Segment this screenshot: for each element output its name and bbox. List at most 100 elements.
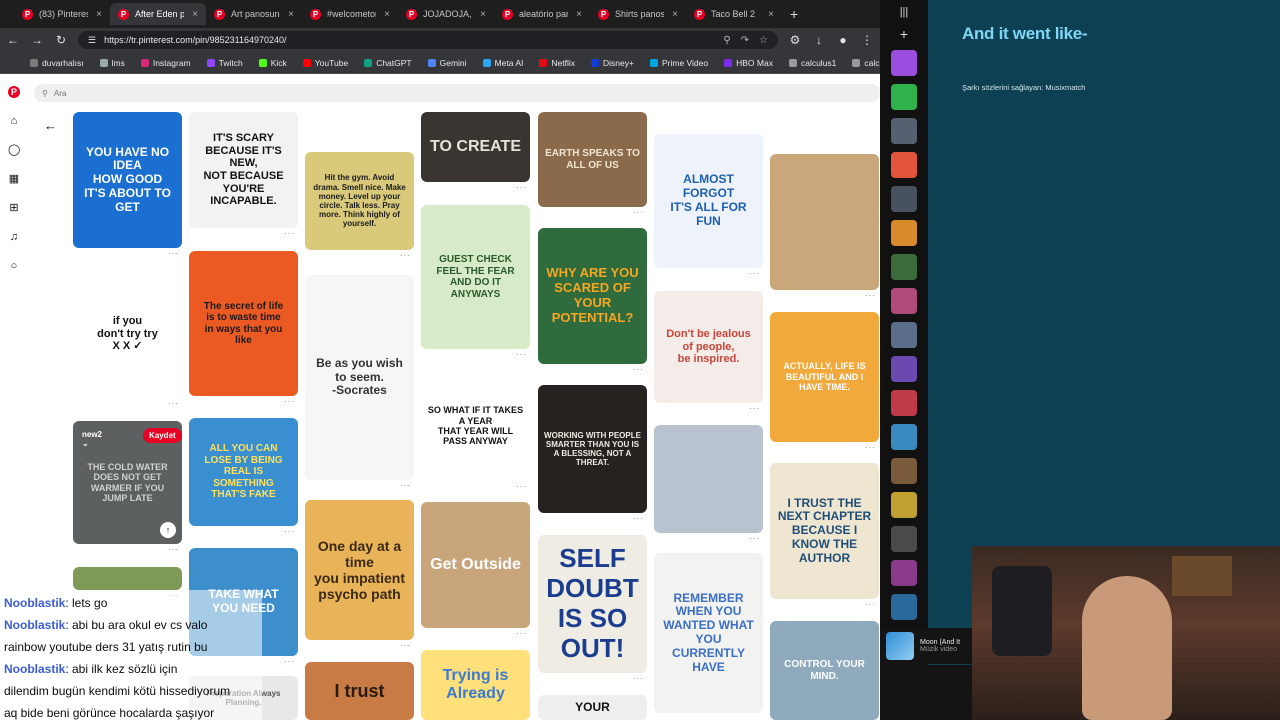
browser-tab[interactable]: P JOJADOJA, #joja × bbox=[398, 3, 494, 25]
forward-icon[interactable]: → bbox=[30, 33, 44, 47]
zoom-icon[interactable]: ⚲ bbox=[723, 35, 730, 46]
pin-to-create[interactable]: TO CREATE bbox=[421, 112, 530, 182]
pin-dont-be-jealous[interactable]: Don't be jealous of people, be inspired. bbox=[654, 291, 763, 403]
create-icon[interactable]: ⊞ bbox=[8, 202, 20, 214]
pin-more-icon[interactable]: ··· bbox=[749, 404, 760, 413]
pin-secret-of-life[interactable]: The secret of life is to waste time in w… bbox=[189, 251, 298, 396]
bookmark-item[interactable]: calculus1 bbox=[788, 58, 836, 68]
close-tab-icon[interactable]: × bbox=[96, 9, 102, 20]
pin-all-you-can-lose[interactable]: ALL YOU CAN LOSE BY BEING REAL IS SOMETH… bbox=[189, 418, 298, 526]
bookmark-item[interactable]: Kick bbox=[258, 58, 287, 68]
url-input[interactable]: ☰ https://tr.pinterest.com/pin/985231164… bbox=[78, 31, 778, 49]
bookmark-item[interactable]: HBO Max bbox=[724, 58, 773, 68]
playlist-thumbnail[interactable] bbox=[891, 50, 917, 76]
pin-board-select[interactable]: new2 ⌄ bbox=[82, 430, 102, 448]
pin-more-icon[interactable]: ··· bbox=[633, 514, 644, 523]
pin-get-outside[interactable]: Get Outside bbox=[421, 502, 530, 628]
playlist-thumbnail[interactable] bbox=[891, 220, 917, 246]
close-tab-icon[interactable]: × bbox=[192, 9, 198, 20]
bookmark-item[interactable]: Prime Video bbox=[649, 58, 708, 68]
back-arrow-icon[interactable]: ← bbox=[44, 118, 57, 133]
close-tab-icon[interactable]: × bbox=[384, 9, 390, 20]
pin-why-are-you-scared[interactable]: WHY ARE YOU SCARED OF YOUR POTENTIAL? bbox=[538, 228, 647, 364]
playlist-thumbnail[interactable] bbox=[891, 84, 917, 110]
bookmark-item[interactable]: Netflix bbox=[539, 58, 575, 68]
pin-more-icon[interactable]: ··· bbox=[516, 350, 527, 359]
playlist-thumbnail[interactable] bbox=[891, 288, 917, 314]
close-tab-icon[interactable]: × bbox=[480, 9, 486, 20]
playlist-thumbnail[interactable] bbox=[891, 322, 917, 348]
pin-share-icon[interactable]: ↑ bbox=[160, 522, 176, 538]
pin-more-icon[interactable]: ··· bbox=[168, 545, 179, 554]
extensions-icon[interactable]: ⚙ bbox=[788, 33, 802, 47]
pin-more-icon[interactable]: ··· bbox=[749, 534, 760, 543]
close-tab-icon[interactable]: × bbox=[288, 9, 294, 20]
bookmark-item[interactable]: Twitch bbox=[206, 58, 243, 68]
pin-i-trust[interactable]: I trust bbox=[305, 662, 414, 720]
bookmark-item[interactable]: ChatGPT bbox=[364, 58, 412, 68]
bookmark-item[interactable]: Disney+ bbox=[591, 58, 634, 68]
pin-socrates[interactable]: Be as you wish to seem. -Socrates bbox=[305, 275, 414, 480]
pin-more-icon[interactable]: ··· bbox=[865, 600, 876, 609]
share-icon[interactable]: ↷ bbox=[741, 35, 749, 46]
close-tab-icon[interactable]: × bbox=[672, 9, 678, 20]
browser-tab[interactable]: P After Eden pano × bbox=[110, 3, 206, 25]
pin-more-icon[interactable]: ··· bbox=[284, 229, 295, 238]
back-icon[interactable]: ← bbox=[6, 33, 20, 47]
bookmark-item[interactable]: Instagram bbox=[140, 58, 191, 68]
bookmark-item[interactable]: Meta AI bbox=[482, 58, 523, 68]
pin-next-chapter[interactable]: I TRUST THE NEXT CHAPTER BECAUSE I KNOW … bbox=[770, 463, 879, 599]
playlist-thumbnail[interactable] bbox=[891, 390, 917, 416]
explore-icon[interactable]: ◯ bbox=[8, 144, 20, 156]
bookmark-item[interactable]: YouTube bbox=[302, 58, 348, 68]
menu-icon[interactable]: ⋮ bbox=[860, 33, 874, 47]
pin-your[interactable]: YOUR bbox=[538, 695, 647, 720]
close-tab-icon[interactable]: × bbox=[576, 9, 582, 20]
pin-actually-life[interactable]: ACTUALLY, LIFE IS BEAUTIFUL AND I HAVE T… bbox=[770, 312, 879, 442]
pin-more-icon[interactable]: ··· bbox=[284, 657, 295, 666]
pin-airplane[interactable] bbox=[654, 425, 763, 533]
pin-one-day-at-a-time[interactable]: One day at a time you impatient psycho p… bbox=[305, 500, 414, 640]
pin-more-icon[interactable]: ··· bbox=[633, 674, 644, 683]
pin-more-icon[interactable]: ··· bbox=[284, 397, 295, 406]
pin-more-icon[interactable]: ··· bbox=[516, 183, 527, 192]
home-icon[interactable]: ⌂ bbox=[8, 115, 20, 127]
new-tab-icon[interactable]: + bbox=[790, 6, 798, 22]
now-playing[interactable]: Moon (And It Müzik video bbox=[880, 628, 972, 664]
pin-more-icon[interactable]: ··· bbox=[400, 481, 411, 490]
pin-more-icon[interactable]: ··· bbox=[865, 443, 876, 452]
browser-tab[interactable]: P Shirts panosund × bbox=[590, 3, 686, 25]
site-info-icon[interactable]: ☰ bbox=[88, 35, 96, 46]
pin-more-icon[interactable]: ··· bbox=[633, 208, 644, 217]
pin-hover-save-button[interactable]: Kaydet bbox=[143, 428, 182, 443]
pin-more-icon[interactable]: ··· bbox=[633, 365, 644, 374]
pin-more-icon[interactable]: ··· bbox=[516, 482, 527, 491]
pin-control-your-mind[interactable]: CONTROL YOUR MIND. bbox=[770, 621, 879, 720]
pinterest-logo-icon[interactable]: P bbox=[8, 86, 20, 98]
playlist-thumbnail[interactable] bbox=[891, 492, 917, 518]
add-icon[interactable]: + bbox=[900, 26, 908, 42]
playlist-thumbnail[interactable] bbox=[891, 594, 917, 620]
bookmark-item[interactable]: duvarhalısı bbox=[30, 58, 84, 68]
pin-more-icon[interactable]: ··· bbox=[865, 291, 876, 300]
playlist-thumbnail[interactable] bbox=[891, 526, 917, 552]
pin-desert-sign[interactable] bbox=[770, 154, 879, 290]
pin-more-icon[interactable]: ··· bbox=[516, 629, 527, 638]
boards-icon[interactable]: ▦ bbox=[8, 173, 20, 185]
messages-icon[interactable]: ○ bbox=[8, 260, 20, 272]
playlist-thumbnail[interactable] bbox=[891, 560, 917, 586]
pin-almost-forgot[interactable]: ALMOST FORGOT IT'S ALL FOR FUN bbox=[654, 134, 763, 268]
pin-more-icon[interactable]: ··· bbox=[284, 527, 295, 536]
pin-more-icon[interactable]: ··· bbox=[400, 641, 411, 650]
download-icon[interactable]: ↓ bbox=[812, 33, 826, 47]
pin-guest-check[interactable]: GUEST CHECK FEEL THE FEAR AND DO IT ANYW… bbox=[421, 205, 530, 349]
reload-icon[interactable]: ↻ bbox=[54, 33, 68, 47]
pin-so-what-if[interactable]: SO WHAT IF IT TAKES A YEAR THAT YEAR WIL… bbox=[421, 371, 530, 481]
pin-its-scary[interactable]: IT'S SCARY BECAUSE IT'S NEW, NOT BECAUSE… bbox=[189, 112, 298, 228]
pin-more-icon[interactable]: ··· bbox=[400, 251, 411, 260]
pin-green-field[interactable] bbox=[73, 567, 182, 590]
browser-tab[interactable]: P Taco Bell 2 × bbox=[686, 3, 782, 25]
pin-working-with-people[interactable]: WORKING WITH PEOPLE SMARTER THAN YOU IS … bbox=[538, 385, 647, 513]
playlist-thumbnail[interactable] bbox=[891, 254, 917, 280]
search-input[interactable]: ⚲ Ara bbox=[34, 84, 880, 102]
